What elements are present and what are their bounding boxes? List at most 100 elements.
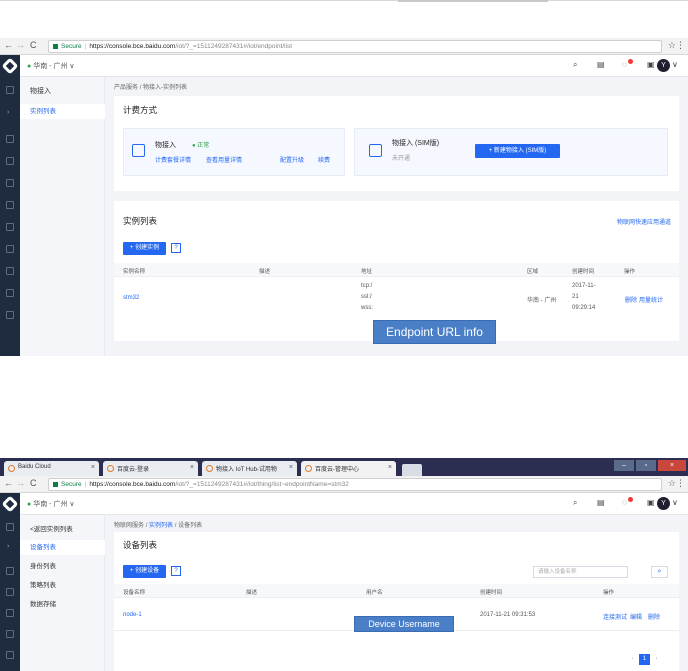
tab-favicon <box>206 465 213 472</box>
app-header: ● 华南 - 广州 ∨ ⌕ ▤ ◌ ▣ Y ∨ <box>0 55 688 77</box>
subnav-item-policies[interactable]: 策略列表 <box>20 578 105 593</box>
network-icon[interactable] <box>6 630 14 638</box>
create-instance-button[interactable]: + 创建实例 <box>123 242 166 255</box>
region-selector[interactable]: ● 华南 - 广州 ∨ <box>27 61 75 71</box>
usage-stats-link[interactable]: 用量统计 <box>639 295 663 304</box>
next-page-icon[interactable]: › <box>651 654 662 665</box>
instance-list-title: 实例列表 <box>123 216 158 226</box>
browser-menu-icon[interactable]: ⋮ <box>676 478 685 489</box>
message-icon[interactable]: ◌ <box>622 498 627 507</box>
edit-link[interactable]: 编辑 <box>630 612 642 621</box>
location-pin-icon: ● <box>27 501 32 508</box>
expand-arrow-icon[interactable]: › <box>7 543 9 550</box>
browser-title-bar: Baidu Cloud × 百度云-登录 × 物接入 IoT Hub-试用物 × 百度… <box>0 458 688 476</box>
server-icon[interactable] <box>6 135 14 143</box>
instance-name-link[interactable]: stm32 <box>123 295 139 301</box>
subnav-item-instance-list[interactable]: 实例列表 <box>20 104 105 119</box>
close-icon[interactable]: × <box>91 464 95 471</box>
maximize-icon[interactable]: ▫ <box>636 460 656 471</box>
page-number[interactable]: 1 <box>639 654 650 665</box>
reload-icon[interactable]: C <box>30 478 37 488</box>
breadcrumb-root[interactable]: 产品服务 <box>114 85 138 91</box>
subnav-item-principals[interactable]: 身份列表 <box>20 559 105 574</box>
plan-details-link[interactable]: 计费套餐详情 <box>155 155 191 164</box>
grid-icon[interactable] <box>6 523 14 531</box>
create-sim-instance-button[interactable]: + 新建物接入 (SIM版) <box>475 144 560 158</box>
console-logo[interactable] <box>0 493 20 515</box>
files-icon[interactable]: ▣ <box>647 498 655 507</box>
storage-icon[interactable] <box>6 179 14 187</box>
close-icon[interactable]: × <box>190 464 194 471</box>
upgrade-link[interactable]: 配置升级 <box>280 155 304 164</box>
iot-icon[interactable] <box>6 651 14 659</box>
bookmark-star-icon[interactable]: ☆ <box>668 40 676 51</box>
server-icon[interactable] <box>6 567 14 575</box>
shield-icon[interactable] <box>6 267 14 275</box>
region-selector[interactable]: ● 华南 - 广州 ∨ <box>27 499 75 509</box>
device-name-link[interactable]: node-1 <box>123 612 142 618</box>
minimize-icon[interactable]: – <box>614 460 634 471</box>
new-tab-button[interactable] <box>402 464 422 476</box>
url-field[interactable]: Secure | https://console.bce.baidu.com/iot… <box>48 478 662 491</box>
breadcrumb-instances[interactable]: 实例列表 <box>149 523 173 529</box>
device-search-input[interactable]: 请输入设备名称 <box>533 566 628 578</box>
column-device-name: 设备名称 <box>123 590 146 596</box>
search-icon[interactable]: ⌕ <box>573 60 577 70</box>
tab-login[interactable]: 百度云-登录 × <box>103 461 198 476</box>
delete-link[interactable]: 删除 <box>648 612 660 621</box>
close-icon[interactable]: × <box>289 464 293 471</box>
column-created: 创建时间 <box>572 269 595 275</box>
terminal-icon[interactable] <box>6 289 14 297</box>
quick-channel-link[interactable]: 物联网快速应用通道 <box>617 217 671 226</box>
message-icon[interactable]: ◌ <box>622 60 627 69</box>
subnav-item-storage[interactable]: 数据存储 <box>20 597 105 612</box>
close-icon[interactable]: × <box>388 464 392 471</box>
avatar-chevron-icon[interactable]: ∨ <box>672 498 678 507</box>
breadcrumb-root[interactable]: 物联网服务 <box>114 523 144 529</box>
avatar-chevron-icon[interactable]: ∨ <box>672 60 678 69</box>
search-icon[interactable]: ⌕ <box>573 498 577 508</box>
reload-icon[interactable]: C <box>30 40 37 50</box>
browser-menu-icon[interactable]: ⋮ <box>676 40 685 51</box>
device-created-time: 2017-11-21 09:31:53 <box>480 612 536 618</box>
url-host: https://console.bce.baidu.com <box>89 481 176 488</box>
avatar[interactable]: Y <box>657 59 670 72</box>
storage-icon[interactable] <box>6 609 14 617</box>
tab-management-center[interactable]: 百度云-管理中心 × <box>301 461 396 476</box>
bookmark-star-icon[interactable]: ☆ <box>668 478 676 489</box>
network-icon[interactable] <box>6 201 14 209</box>
search-button[interactable]: ⌕ <box>651 566 668 578</box>
subnav-item-devices[interactable]: 设备列表 <box>20 540 105 555</box>
avatar[interactable]: Y <box>657 497 670 510</box>
console-logo[interactable] <box>0 55 20 77</box>
create-device-button[interactable]: + 创建设备 <box>123 565 166 578</box>
document-icon[interactable]: ▤ <box>597 498 605 507</box>
back-to-instances-link[interactable]: <返回实例列表 <box>30 523 73 533</box>
iot-icon[interactable] <box>6 223 14 231</box>
settings-icon[interactable] <box>6 245 14 253</box>
top-divider-accent <box>398 0 548 2</box>
usage-details-link[interactable]: 查看用量详情 <box>206 155 242 164</box>
monitor-icon[interactable] <box>6 311 14 319</box>
database-icon[interactable] <box>6 588 14 596</box>
help-icon[interactable]: ? <box>171 243 181 253</box>
url-field[interactable]: Secure | https://console.bce.baidu.com/iot… <box>48 40 662 53</box>
window-close-icon[interactable]: × <box>658 460 686 471</box>
tab-iot-hub[interactable]: 物接入 IoT Hub-试用物 × <box>202 461 297 476</box>
billing-sim-box: 物接入 (SIM版) 未开通 + 新建物接入 (SIM版) <box>354 128 668 176</box>
tab-baidu-cloud[interactable]: Baidu Cloud × <box>4 461 99 476</box>
connection-test-link[interactable]: 连接测试 <box>603 612 627 621</box>
help-icon[interactable]: ? <box>171 566 181 576</box>
forward-arrow-icon[interactable]: → <box>16 40 25 50</box>
back-arrow-icon[interactable]: ← <box>4 40 13 50</box>
renew-link[interactable]: 续费 <box>318 155 330 164</box>
forward-arrow-icon[interactable]: → <box>16 478 25 488</box>
back-arrow-icon[interactable]: ← <box>4 478 13 488</box>
prev-page-icon[interactable]: ‹ <box>627 654 638 665</box>
grid-icon[interactable] <box>6 86 14 94</box>
files-icon[interactable]: ▣ <box>647 60 655 69</box>
delete-link[interactable]: 删除 <box>625 295 637 304</box>
database-icon[interactable] <box>6 157 14 165</box>
expand-arrow-icon[interactable]: › <box>7 109 9 116</box>
document-icon[interactable]: ▤ <box>597 60 605 69</box>
